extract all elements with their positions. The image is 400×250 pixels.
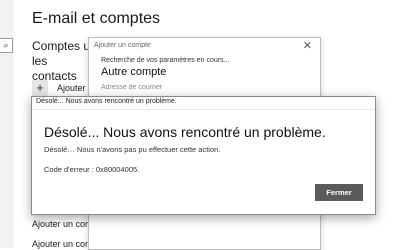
dialog-title: Ajouter un compte	[94, 42, 151, 49]
error-titlebar: Désolé... Nous avons rencontré un problè…	[32, 97, 375, 110]
add-account-link[interactable]: Ajouter un compte	[32, 219, 88, 229]
page-title: E-mail et comptes	[32, 10, 161, 27]
close-button[interactable]: Fermer	[315, 184, 363, 201]
close-icon[interactable]: ✕	[303, 39, 312, 52]
error-message: Désolé… Nous n'avons pas pu effectuer ce…	[44, 145, 221, 154]
section-heading: Comptes utilisés par d'autres applicatio…	[32, 39, 90, 84]
email-field[interactable]	[101, 82, 301, 93]
error-window-title: Désolé... Nous avons rencontré un problè…	[36, 98, 177, 105]
searching-status: Recherche de vos paramètres en cours...	[101, 57, 230, 64]
settings-sidebar: ⌕	[0, 0, 14, 248]
search-icon[interactable]: ⌕	[0, 38, 13, 53]
error-dialog: Désolé... Nous avons rencontré un problè…	[31, 96, 376, 215]
error-code: Code d'erreur : 0x80004005.	[44, 165, 140, 174]
plus-icon[interactable]: +	[32, 80, 48, 96]
error-heading: Désolé... Nous avons rencontré un problè…	[44, 124, 326, 140]
dialog-heading: Autre compte	[101, 66, 167, 78]
section-heading-line1: Comptes utilisés par d'autres applicatio…	[32, 39, 90, 53]
